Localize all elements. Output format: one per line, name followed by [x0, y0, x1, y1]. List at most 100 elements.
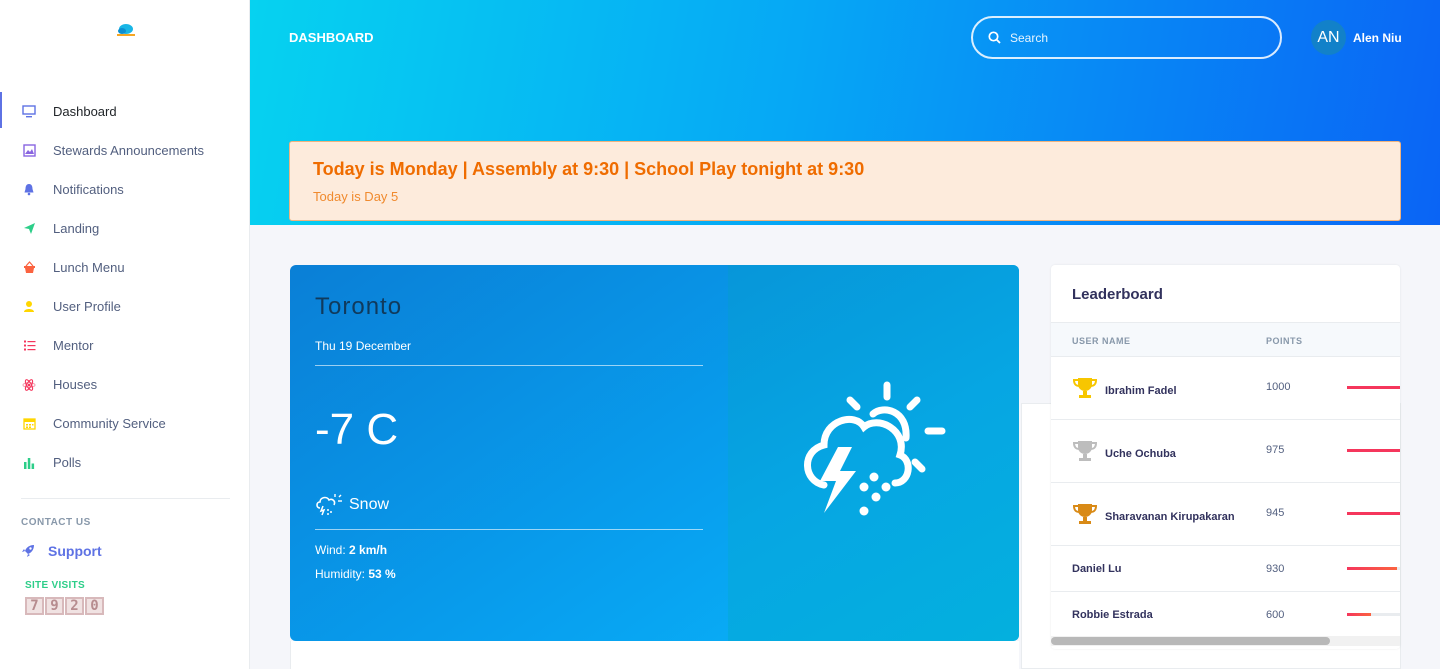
sidebar-item-polls[interactable]: Polls — [0, 443, 250, 482]
user-name-cell: Daniel Lu — [1072, 563, 1122, 575]
user-icon — [22, 300, 36, 314]
sidebar-item-houses[interactable]: Houses — [0, 365, 250, 404]
header: DASHBOARD AN Alen Niu Today is Monday | … — [250, 0, 1440, 225]
table-header: USER NAME POINTS — [1051, 322, 1400, 357]
sidebar-item-label: Community Service — [53, 416, 166, 431]
weather-city: Toronto — [315, 293, 403, 320]
weather-wind: Wind: 2 km/h — [315, 543, 387, 557]
table-row: Ibrahim Fadel 1000 — [1051, 357, 1400, 420]
sidebar-item-label: Lunch Menu — [53, 260, 125, 275]
send-icon — [22, 222, 36, 236]
support-link[interactable]: Support — [21, 543, 102, 559]
table-row: Daniel Lu 930 — [1051, 546, 1400, 592]
progress-bar — [1347, 613, 1400, 616]
table-row: Sharavanan Kirupakaran 945 — [1051, 483, 1400, 546]
leaderboard-title: Leaderboard — [1072, 286, 1163, 303]
image-icon — [22, 144, 36, 158]
rocket-icon — [22, 545, 34, 557]
scrollbar-thumb[interactable] — [1051, 637, 1330, 645]
user-name-cell: Ibrahim Fadel — [1105, 385, 1177, 397]
horizontal-scrollbar[interactable] — [1051, 636, 1400, 646]
weather-divider — [315, 529, 703, 530]
user-name-cell: Robbie Estrada — [1072, 609, 1153, 621]
user-name-cell: Sharavanan Kirupakaran — [1105, 511, 1235, 523]
sidebar-item-label: Houses — [53, 377, 98, 392]
progress-fill — [1347, 567, 1397, 570]
sidebar-item-dashboard[interactable]: Dashboard — [0, 92, 250, 131]
sidebar-item-stewards-announcements[interactable]: Stewards Announcements — [0, 131, 250, 170]
table-row: Uche Ochuba 975 — [1051, 420, 1400, 483]
progress-bar — [1347, 449, 1400, 452]
sidebar-item-label: User Profile — [53, 299, 121, 314]
search-icon — [988, 31, 1001, 44]
avatar[interactable]: AN — [1311, 20, 1346, 55]
points-cell: 600 — [1266, 609, 1285, 621]
weather-condition-label: Snow — [349, 496, 390, 513]
sidebar-item-label: Polls — [53, 455, 82, 470]
progress-bar — [1347, 567, 1400, 570]
list-icon — [22, 339, 36, 353]
site-visits-label: SITE VISITS — [25, 580, 85, 591]
weather-temperature: -7 C — [315, 405, 399, 454]
points-cell: 945 — [1266, 507, 1285, 519]
thunder-snow-icon — [804, 381, 946, 516]
weather-humidity: Humidity: 53 % — [315, 567, 396, 581]
column-header-user: USER NAME — [1072, 336, 1131, 346]
basket-icon — [22, 261, 36, 275]
wind-value: 2 km/h — [349, 543, 388, 557]
sidebar-divider — [21, 498, 230, 499]
humidity-label: Humidity: — [315, 567, 369, 581]
table-row: Robbie Estrada 600 — [1051, 592, 1400, 636]
visits-digit: 7 — [25, 597, 44, 615]
logo-icon[interactable] — [114, 22, 138, 38]
leaderboard-card: Leaderboard USER NAME POINTS Ibrahim Fad… — [1051, 265, 1400, 649]
announcement-banner: Today is Monday | Assembly at 9:30 | Sch… — [289, 141, 1401, 221]
sidebar-item-community-service[interactable]: Community Service — [0, 404, 250, 443]
progress-fill — [1347, 613, 1371, 616]
announcement-title: Today is Monday | Assembly at 9:30 | Sch… — [313, 159, 865, 179]
weather-date: Thu 19 December — [315, 339, 412, 353]
sidebar-item-label: Mentor — [53, 338, 94, 353]
points-cell: 975 — [1266, 444, 1285, 456]
user-name[interactable]: Alen Niu — [1353, 31, 1402, 45]
user-menu[interactable]: AN Alen Niu — [1311, 20, 1402, 55]
sidebar-item-user-profile[interactable]: User Profile — [0, 287, 250, 326]
sidebar-item-notifications[interactable]: Notifications — [0, 170, 250, 209]
calendar-icon — [22, 417, 36, 431]
weather-divider — [315, 365, 703, 366]
sidebar-item-label: Notifications — [53, 182, 124, 197]
progress-bar — [1347, 512, 1400, 515]
sidebar-item-mentor[interactable]: Mentor — [0, 326, 250, 365]
sidebar-item-label: Stewards Announcements — [53, 143, 205, 158]
column-header-points: POINTS — [1266, 336, 1303, 346]
sidebar-item-lunch-menu[interactable]: Lunch Menu — [0, 248, 250, 287]
progress-fill — [1347, 449, 1400, 452]
gold-trophy-icon — [1072, 378, 1098, 398]
announcement-subtitle: Today is Day 5 — [313, 189, 399, 204]
silver-trophy-icon — [1072, 441, 1098, 461]
search-box[interactable] — [971, 16, 1282, 59]
wind-label: Wind: — [315, 543, 350, 557]
atom-icon — [22, 378, 36, 392]
points-cell: 1000 — [1266, 381, 1291, 393]
user-name-cell: Uche Ochuba — [1105, 448, 1176, 460]
sidebar-item-label: Dashboard — [53, 104, 117, 119]
progress-fill — [1347, 386, 1400, 389]
card-placeholder — [290, 641, 1019, 669]
sidebar-nav: Dashboard Stewards Announcements Notific… — [0, 92, 250, 482]
bar-chart-icon — [22, 456, 36, 470]
points-cell: 930 — [1266, 563, 1285, 575]
progress-bar — [1347, 386, 1400, 389]
support-label: Support — [48, 543, 102, 559]
visits-digit: 0 — [85, 597, 104, 615]
sidebar: Dashboard Stewards Announcements Notific… — [0, 0, 250, 669]
snow-cloud-icon — [316, 494, 342, 516]
bronze-trophy-icon — [1072, 504, 1098, 524]
bell-icon — [22, 183, 36, 197]
sidebar-item-landing[interactable]: Landing — [0, 209, 250, 248]
search-input[interactable] — [1010, 30, 1260, 45]
weather-card: Toronto Thu 19 December -7 C Snow Wind: … — [290, 265, 1019, 641]
weather-condition: Snow — [315, 492, 389, 518]
visits-digit: 9 — [45, 597, 64, 615]
progress-fill — [1347, 512, 1400, 515]
